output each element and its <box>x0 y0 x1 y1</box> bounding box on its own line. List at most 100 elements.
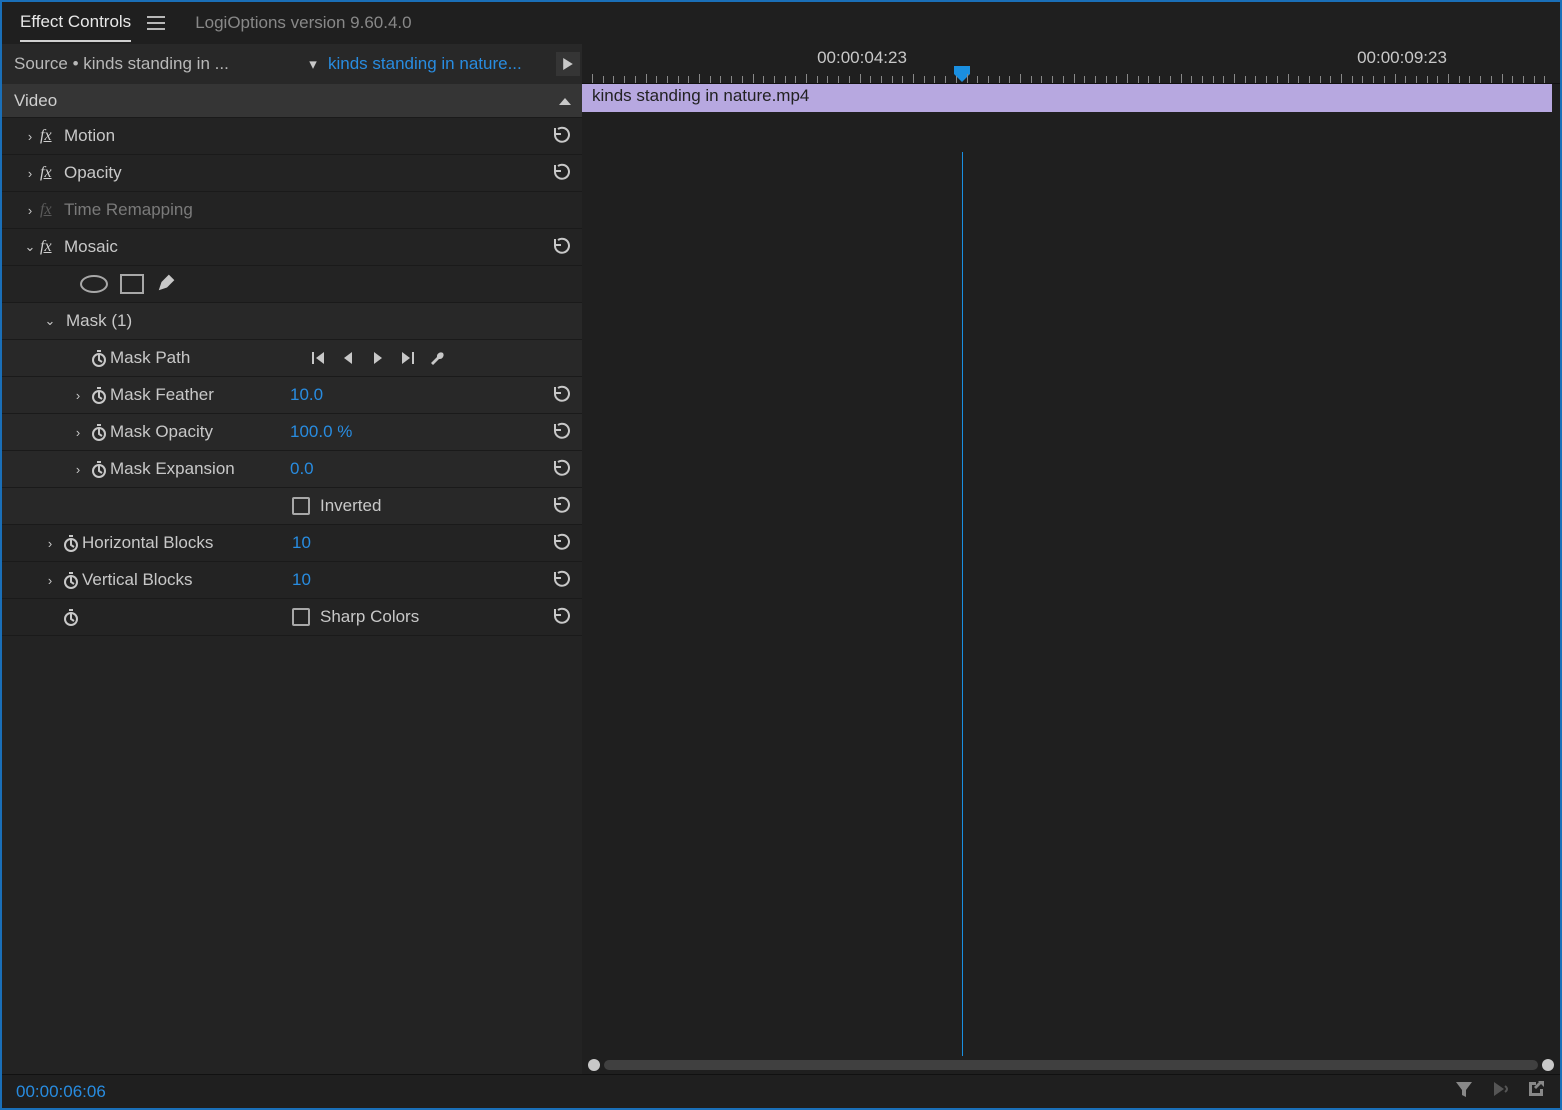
property-label: Mask Feather <box>110 385 214 405</box>
mask-feather-row: › Mask Feather 10.0 <box>2 377 582 414</box>
step-back-icon[interactable] <box>340 350 356 366</box>
stopwatch-icon[interactable] <box>88 461 110 478</box>
fx-icon: fx <box>40 127 64 145</box>
property-label: Vertical Blocks <box>82 570 193 590</box>
panel-menu-icon[interactable] <box>147 16 165 30</box>
effect-label: Motion <box>64 126 115 146</box>
twirl-icon[interactable]: › <box>20 129 40 144</box>
effect-opacity[interactable]: › fx Opacity <box>2 155 582 192</box>
reset-icon[interactable] <box>552 606 572 629</box>
current-timecode[interactable]: 00:00:06:06 <box>16 1082 106 1102</box>
rectangle-mask-icon[interactable] <box>120 274 144 294</box>
inverted-checkbox[interactable] <box>292 497 310 515</box>
property-value[interactable]: 0.0 <box>290 459 314 479</box>
effect-mosaic[interactable]: ⌄ fx Mosaic <box>2 229 582 266</box>
time-ruler[interactable]: 00:00:04:23 00:00:09:23 <box>582 44 1560 84</box>
mask-path-row: Mask Path <box>2 340 582 377</box>
twirl-icon[interactable]: › <box>20 203 40 218</box>
effect-motion[interactable]: › fx Motion <box>2 118 582 155</box>
pen-mask-icon[interactable] <box>156 271 178 298</box>
play-keyframe-icon[interactable] <box>370 350 386 366</box>
twirl-open-icon[interactable]: ⌄ <box>40 313 60 329</box>
property-label: Mask Opacity <box>110 422 213 442</box>
scroll-track[interactable] <box>604 1060 1538 1070</box>
playhead-line[interactable] <box>962 152 963 1056</box>
vertical-blocks-row: › Vertical Blocks 10 <box>2 562 582 599</box>
mask-opacity-row: › Mask Opacity 100.0 % <box>2 414 582 451</box>
stopwatch-icon[interactable] <box>60 609 82 626</box>
stopwatch-icon[interactable] <box>88 350 110 367</box>
stopwatch-icon[interactable] <box>60 572 82 589</box>
twirl-icon[interactable]: › <box>68 425 88 440</box>
reset-icon[interactable] <box>552 532 572 555</box>
property-value[interactable]: 100.0 % <box>290 422 352 442</box>
fx-icon: fx <box>40 164 64 182</box>
reset-icon[interactable] <box>552 236 572 259</box>
property-value[interactable]: 10.0 <box>290 385 323 405</box>
stopwatch-icon[interactable] <box>60 535 82 552</box>
mask-inverted-row: Inverted <box>2 488 582 525</box>
twirl-icon[interactable]: › <box>68 462 88 477</box>
property-label: Sharp Colors <box>320 607 419 627</box>
property-value[interactable]: 10 <box>292 570 311 590</box>
ellipse-mask-icon[interactable] <box>80 275 108 293</box>
twirl-open-icon[interactable]: ⌄ <box>20 239 40 255</box>
mask-label: Mask (1) <box>66 311 132 331</box>
keyframe-navigator <box>310 350 446 366</box>
reset-icon[interactable] <box>552 495 572 518</box>
twirl-icon[interactable]: › <box>40 536 60 551</box>
version-label: LogiOptions version 9.60.4.0 <box>195 13 411 33</box>
property-label: Mask Path <box>110 348 190 368</box>
effect-label: Time Remapping <box>64 200 193 220</box>
timeline-panel: 00:00:04:23 00:00:09:23 kinds standing i… <box>582 44 1560 1074</box>
stopwatch-icon[interactable] <box>88 424 110 441</box>
video-section-label: Video <box>14 91 57 111</box>
twirl-icon[interactable]: › <box>40 573 60 588</box>
stopwatch-icon[interactable] <box>88 387 110 404</box>
fx-icon: fx <box>40 201 64 219</box>
reset-icon[interactable] <box>552 125 572 148</box>
effect-controls-panel: Source • kinds standing in ... ▾ kinds s… <box>2 44 582 1074</box>
ruler-label-2: 00:00:09:23 <box>1357 48 1447 68</box>
property-label: Horizontal Blocks <box>82 533 213 553</box>
scroll-handle-right[interactable] <box>1542 1059 1554 1071</box>
step-fwd-icon[interactable] <box>400 350 416 366</box>
play-icon[interactable] <box>556 52 580 76</box>
tab-effect-controls[interactable]: Effect Controls <box>20 4 131 42</box>
reset-icon[interactable] <box>552 569 572 592</box>
export-icon[interactable] <box>1526 1079 1546 1104</box>
property-value[interactable]: 10 <box>292 533 311 553</box>
ruler-label-1: 00:00:04:23 <box>817 48 907 68</box>
reset-icon[interactable] <box>552 458 572 481</box>
panel-footer: 00:00:06:06 <box>2 1074 1560 1108</box>
effect-label: Opacity <box>64 163 122 183</box>
reset-icon[interactable] <box>552 384 572 407</box>
sharp-colors-checkbox[interactable] <box>292 608 310 626</box>
sequence-name[interactable]: kinds standing in nature... <box>328 54 550 74</box>
fx-icon: fx <box>40 238 64 256</box>
prev-keyframe-icon[interactable] <box>310 350 326 366</box>
mask-shape-tools <box>2 266 582 303</box>
property-label: Mask Expansion <box>110 459 235 479</box>
chevron-down-icon[interactable]: ▾ <box>304 55 322 73</box>
mask-expansion-row: › Mask Expansion 0.0 <box>2 451 582 488</box>
video-section-header[interactable]: Video <box>2 84 582 118</box>
reset-icon[interactable] <box>552 162 572 185</box>
timeline-zoom-scrollbar[interactable] <box>582 1056 1560 1074</box>
mask-1[interactable]: ⌄ Mask (1) <box>2 303 582 340</box>
reset-icon[interactable] <box>552 421 572 444</box>
source-sequence-row: Source • kinds standing in ... ▾ kinds s… <box>2 44 582 84</box>
wrench-icon[interactable] <box>430 350 446 366</box>
filter-icon[interactable] <box>1454 1079 1474 1104</box>
collapse-up-icon[interactable] <box>558 91 572 111</box>
twirl-icon[interactable]: › <box>68 388 88 403</box>
effect-time-remapping[interactable]: › fx Time Remapping <box>2 192 582 229</box>
play-only-icon[interactable] <box>1490 1079 1510 1104</box>
panel-header: Effect Controls LogiOptions version 9.60… <box>2 2 1560 44</box>
effect-label: Mosaic <box>64 237 118 257</box>
scroll-handle-left[interactable] <box>588 1059 600 1071</box>
property-label: Inverted <box>320 496 381 516</box>
twirl-icon[interactable]: › <box>20 166 40 181</box>
horizontal-blocks-row: › Horizontal Blocks 10 <box>2 525 582 562</box>
clip-bar[interactable]: kinds standing in nature.mp4 <box>582 84 1552 112</box>
